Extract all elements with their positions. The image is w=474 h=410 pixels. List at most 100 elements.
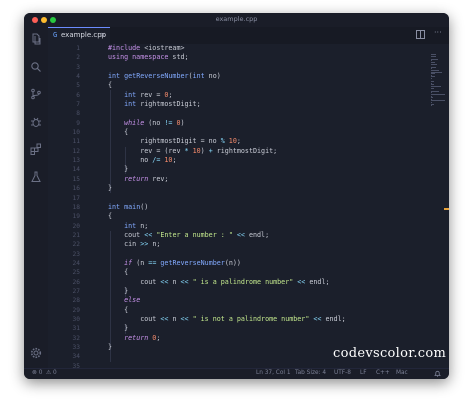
code-token: return bbox=[124, 333, 153, 342]
code-token: (n bbox=[136, 258, 149, 267]
code-token: << bbox=[160, 314, 173, 323]
code-token: << bbox=[180, 314, 193, 323]
minimap[interactable] bbox=[429, 44, 449, 368]
encoding[interactable]: UTF-8 bbox=[334, 370, 351, 376]
debug-icon[interactable] bbox=[30, 116, 42, 128]
code-token: int bbox=[192, 72, 209, 81]
code-token: (no bbox=[148, 118, 165, 127]
code-token: "Enter a number : " bbox=[156, 230, 237, 239]
code-line: return rev; bbox=[108, 175, 346, 184]
minimap-line bbox=[431, 63, 437, 65]
code-token: return bbox=[124, 174, 153, 183]
platform[interactable]: Mac bbox=[396, 370, 408, 376]
tab-bar: G example.cpp × ··· bbox=[48, 27, 449, 44]
line-number: 16 bbox=[72, 185, 80, 193]
code-content[interactable]: #include <iostream> using namespace std; i… bbox=[108, 44, 346, 371]
settings-gear-icon[interactable] bbox=[30, 347, 42, 359]
line-number: 33 bbox=[72, 344, 80, 351]
editor-window: example.cpp G example.cpp × ··· 1 2 3 4 … bbox=[24, 13, 449, 379]
code-line: int getReverseNumber(int no) bbox=[108, 72, 346, 81]
minimap-line bbox=[431, 103, 435, 105]
code-token: endl; bbox=[325, 314, 346, 323]
line-number: 19 bbox=[72, 213, 80, 221]
code-token: ) bbox=[200, 146, 209, 155]
code-token: ; bbox=[172, 156, 177, 165]
close-tab-icon[interactable]: × bbox=[100, 31, 106, 39]
testing-icon[interactable] bbox=[30, 171, 42, 183]
line-number: 7 bbox=[76, 101, 80, 109]
extensions-icon[interactable] bbox=[30, 143, 42, 155]
split-editor-icon[interactable] bbox=[416, 30, 425, 41]
search-icon[interactable] bbox=[30, 61, 42, 73]
line-number: 28 bbox=[72, 297, 80, 305]
line-number: 23 bbox=[72, 250, 80, 258]
code-token: no bbox=[108, 156, 153, 165]
watermark: codevscolor.com bbox=[333, 346, 447, 361]
line-number: 14 bbox=[72, 166, 80, 174]
code-line: no /= 10; bbox=[108, 156, 346, 165]
line-number: 25 bbox=[72, 269, 80, 277]
code-line: int main() bbox=[108, 203, 346, 212]
warnings-indicator[interactable]: ⚠ 0 bbox=[46, 370, 57, 376]
tab-example-cpp[interactable]: G example.cpp × bbox=[48, 27, 110, 44]
code-editor[interactable]: 1 2 3 4 5 6 7 8 9 10 11 12 13 14 15 16 17 18 19 20 21 22 23 24 2… bbox=[48, 44, 429, 371]
code-line: } bbox=[108, 343, 346, 352]
code-token: n bbox=[172, 314, 181, 323]
language-mode[interactable]: C++ bbox=[376, 370, 390, 376]
code-token: n bbox=[172, 277, 181, 286]
line-number: 30 bbox=[72, 315, 80, 323]
code-token: rightmostDigit = no bbox=[108, 137, 221, 146]
tab-size[interactable]: Tab Size: 4 bbox=[295, 370, 326, 376]
code-token: int bbox=[124, 100, 141, 109]
line-number: 1 bbox=[76, 45, 80, 52]
line-number: 3 bbox=[76, 63, 80, 71]
code-token: #include bbox=[108, 44, 145, 52]
code-token: } bbox=[108, 184, 113, 193]
code-token: >> bbox=[140, 240, 153, 249]
line-number: 32 bbox=[72, 334, 80, 342]
code-token: int bbox=[124, 90, 141, 99]
more-actions-icon[interactable]: ··· bbox=[434, 28, 442, 37]
end-of-line[interactable]: LF bbox=[360, 370, 367, 376]
code-token: rightmostDigit; bbox=[140, 100, 201, 109]
code-line: while (no != 0) bbox=[108, 119, 346, 128]
code-line: { bbox=[108, 128, 346, 137]
line-number: 20 bbox=[72, 222, 80, 230]
code-token: no) bbox=[208, 72, 221, 81]
code-token: cout bbox=[108, 277, 161, 286]
source-control-icon[interactable] bbox=[30, 88, 42, 100]
minimap-line bbox=[431, 94, 445, 95]
code-token: 10 bbox=[192, 146, 201, 155]
code-line: } bbox=[108, 324, 346, 333]
cursor-position[interactable]: Ln 37, Col 1 bbox=[256, 370, 291, 376]
code-token: getReverseNumber bbox=[160, 258, 225, 267]
code-token: endl; bbox=[309, 277, 330, 286]
errors-indicator[interactable]: ⊗ 0 bbox=[32, 370, 42, 376]
code-token: () bbox=[140, 202, 149, 211]
bell-icon[interactable] bbox=[434, 370, 441, 379]
code-token: { bbox=[108, 212, 113, 221]
explorer-icon[interactable] bbox=[30, 33, 42, 45]
line-number: 2 bbox=[76, 54, 80, 62]
code-token: 10 bbox=[228, 137, 237, 146]
minimap-line bbox=[431, 55, 436, 57]
code-token: cout bbox=[108, 314, 161, 323]
code-line: int rightmostDigit; bbox=[108, 100, 346, 109]
code-token: (n)) bbox=[224, 258, 241, 267]
code-line: } bbox=[108, 287, 346, 296]
code-token: } bbox=[108, 165, 129, 174]
code-token: { bbox=[108, 128, 129, 137]
code-token: rightmostDigit; bbox=[216, 146, 278, 155]
status-bar: ⊗ 0 ⚠ 0 Ln 37, Col 1 Tab Size: 4 UTF-8 L… bbox=[24, 368, 449, 379]
